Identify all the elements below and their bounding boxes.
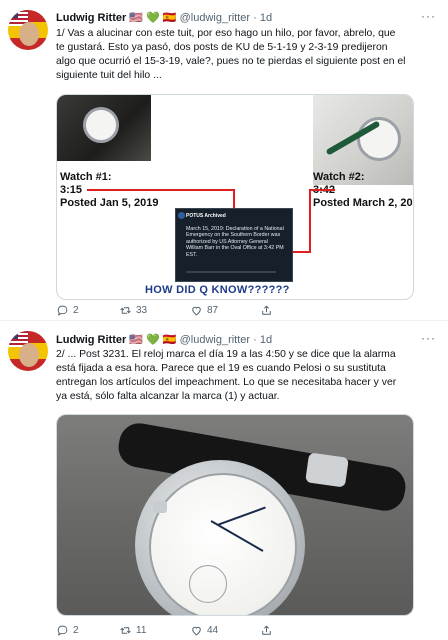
reply-count: 2 — [73, 305, 79, 316]
connector-line — [309, 189, 311, 251]
like-count: 44 — [207, 625, 219, 636]
reply-icon — [57, 625, 68, 636]
tweet-2[interactable]: Ludwig Ritter 🇺🇸 💚 🇪🇸 @ludwig_ritter · 1… — [0, 321, 448, 640]
tweet-text: 1/ Vas a alucinar con este tuit, por eso… — [56, 28, 406, 81]
watch1-posted: Posted Jan 5, 2019 — [60, 197, 159, 209]
tweet-1[interactable]: Ludwig Ritter 🇺🇸 💚 🇪🇸 @ludwig_ritter · 1… — [0, 0, 448, 320]
retweet-button[interactable]: 33 — [119, 304, 147, 317]
media-caption: HOW DID Q KNOW?????? — [145, 284, 290, 296]
reply-button[interactable]: 2 — [56, 304, 79, 317]
tweet-media[interactable]: Watch #1: 3:15 Posted Jan 5, 2019 Watch … — [56, 94, 414, 300]
reply-count: 2 — [73, 625, 79, 636]
embedded-divider — [186, 271, 276, 273]
embedded-tweet-name: POTUS Archived — [186, 213, 226, 219]
connector-line — [233, 189, 235, 209]
watch1-title: Watch #1: — [60, 171, 112, 183]
author-handle[interactable]: @ludwig_ritter — [180, 334, 250, 346]
author-name[interactable]: Ludwig Ritter — [56, 12, 126, 24]
watch-photo — [57, 415, 413, 615]
avatar[interactable] — [8, 10, 48, 50]
embedded-tweet-screenshot: POTUS Archived March 15, 2019: Declarati… — [175, 208, 293, 282]
like-button[interactable]: 87 — [190, 304, 218, 317]
connector-line — [87, 189, 235, 191]
share-button[interactable] — [260, 304, 273, 317]
author-handle[interactable]: @ludwig_ritter — [180, 12, 250, 24]
heart-icon — [192, 306, 201, 316]
tweet-time[interactable]: · 1d — [253, 12, 272, 24]
connector-line — [309, 189, 335, 191]
more-options-button[interactable]: ··· — [421, 331, 436, 345]
reply-icon — [57, 305, 68, 316]
share-button[interactable] — [260, 624, 273, 637]
retweet-count: 33 — [136, 305, 148, 316]
tweet-time[interactable]: · 1d — [253, 334, 272, 346]
author-emojis: 🇺🇸 💚 🇪🇸 — [129, 12, 177, 24]
share-icon — [262, 625, 271, 635]
embedded-tweet-text: March 15, 2019: Declaration of a Nationa… — [186, 226, 284, 258]
avatar[interactable] — [8, 331, 48, 371]
reply-button[interactable]: 2 — [56, 624, 79, 637]
watch2-title: Watch #2: — [313, 171, 365, 183]
heart-icon — [192, 626, 201, 636]
retweet-button[interactable]: 11 — [119, 624, 146, 637]
share-icon — [262, 305, 271, 315]
more-options-button[interactable]: ··· — [421, 9, 436, 23]
author-emojis: 🇺🇸 💚 🇪🇸 — [129, 334, 177, 346]
retweet-icon — [120, 627, 131, 634]
retweet-icon — [120, 307, 131, 314]
like-button[interactable]: 44 — [190, 624, 218, 637]
author-name[interactable]: Ludwig Ritter — [56, 334, 126, 346]
watch1-time: 3:15 — [60, 184, 83, 196]
watch-photo-1 — [57, 95, 151, 161]
tweet-header: Ludwig Ritter 🇺🇸 💚 🇪🇸 @ludwig_ritter · 1… — [56, 11, 272, 24]
tweet-media[interactable] — [56, 414, 414, 616]
watch2-posted: Posted March 2, 201 — [313, 197, 414, 209]
retweet-count: 11 — [136, 625, 147, 636]
tweet-header: Ludwig Ritter 🇺🇸 💚 🇪🇸 @ludwig_ritter · 1… — [56, 333, 272, 346]
like-count: 87 — [207, 305, 219, 316]
tweet-text: 2/ ... Post 3231. El reloj marca el día … — [56, 349, 397, 402]
embedded-avatar — [178, 212, 185, 219]
